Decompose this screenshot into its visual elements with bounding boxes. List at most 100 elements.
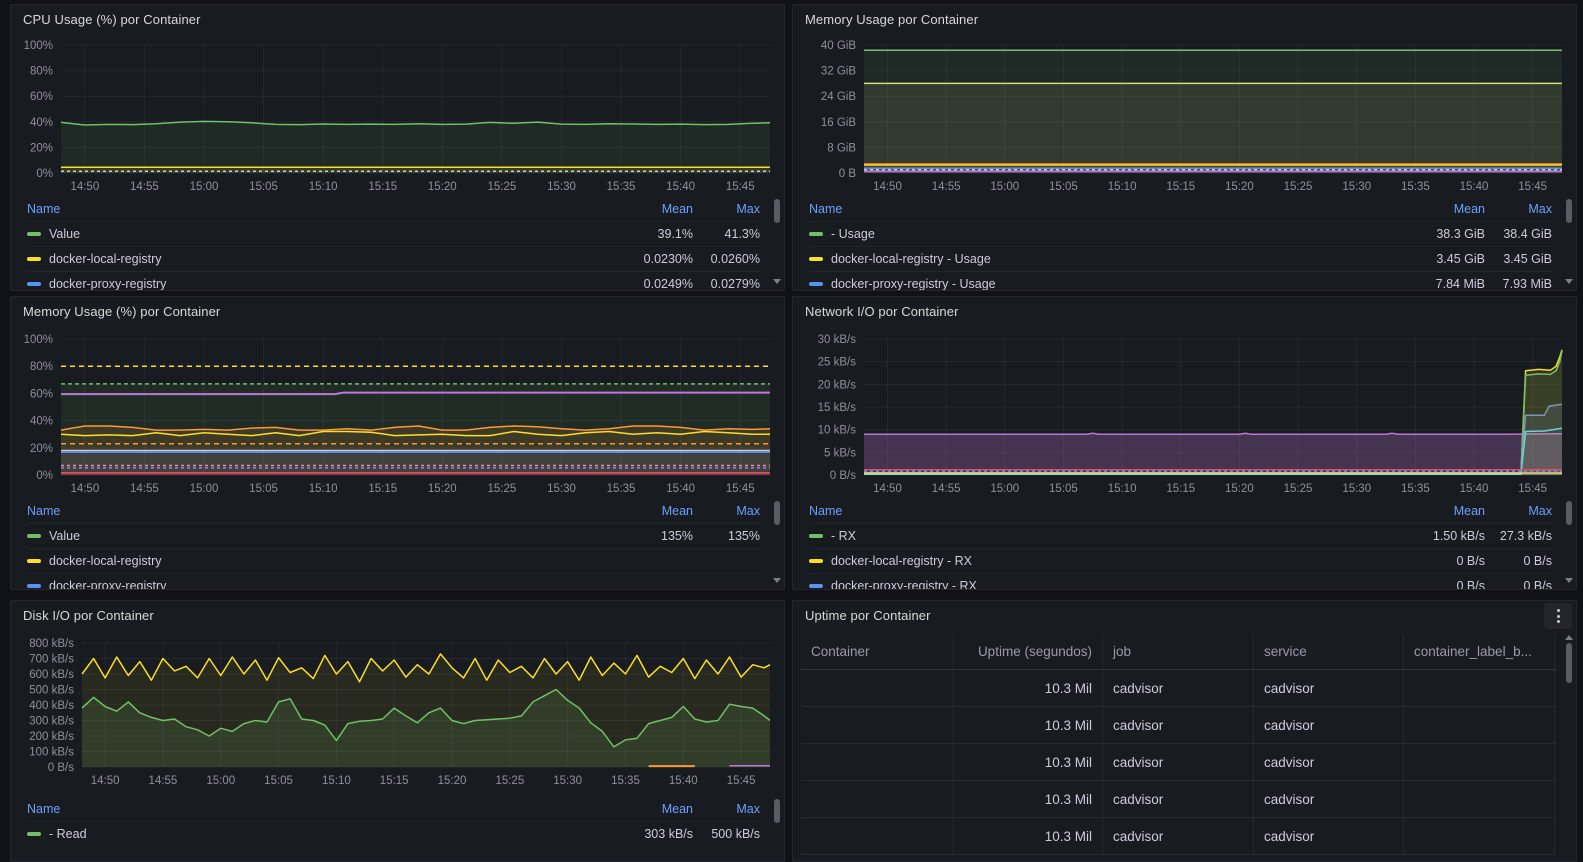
legend-row[interactable]: docker-proxy-registry 0.0249% 0.0279% [27, 271, 760, 291]
table-cell [1404, 670, 1555, 706]
legend-row[interactable]: - Read 303 kB/s 500 kB/s [27, 821, 760, 846]
legend-row[interactable]: docker-local-registry [27, 548, 760, 573]
legend-row[interactable]: docker-proxy-registry - RX 0 B/s 0 B/s [809, 573, 1552, 589]
svg-text:14:50: 14:50 [70, 483, 99, 495]
network-io-chart[interactable]: 14:50 14:55 15:00 15:05 15:10 15:15 15:20 15:25… [795, 327, 1572, 499]
panel-uptime: Uptime por Container Container Uptime (se… [792, 600, 1577, 862]
legend-scrollbar[interactable] [1565, 501, 1573, 583]
legend-header-mean[interactable]: Mean [573, 202, 693, 216]
legend-mean-value: 7.84 MiB [1435, 277, 1485, 291]
svg-text:20 kB/s: 20 kB/s [818, 379, 857, 391]
svg-text:15:35: 15:35 [1401, 181, 1430, 193]
legend-row[interactable]: Value 135% 135% [27, 523, 760, 548]
legend-scrollbar[interactable] [773, 799, 781, 857]
panel-title[interactable]: CPU Usage (%) por Container [23, 12, 201, 27]
legend-row[interactable]: docker-local-registry 0.0230% 0.0260% [27, 246, 760, 271]
svg-text:800 kB/s: 800 kB/s [29, 638, 74, 650]
memory-usage-chart[interactable]: 14:50 14:55 15:00 15:05 15:10 15:15 15:20 15:25… [795, 35, 1572, 197]
scroll-down-icon[interactable] [1565, 279, 1573, 284]
table-cell [1404, 707, 1555, 743]
scroll-down-icon[interactable] [773, 578, 781, 583]
legend-series-label: docker-local-registry - RX [831, 554, 973, 568]
legend-header-mean[interactable]: Mean [573, 504, 693, 518]
legend-header-mean[interactable]: Mean [1365, 504, 1485, 518]
legend-header-max[interactable]: Max [1485, 202, 1552, 216]
svg-text:15:00: 15:00 [990, 483, 1019, 495]
column-header[interactable]: service [1254, 633, 1404, 669]
legend-header-name[interactable]: Name [809, 504, 1365, 518]
panel-title[interactable]: Memory Usage (%) por Container [23, 304, 220, 319]
panel-menu-icon[interactable] [1544, 603, 1572, 629]
legend-row[interactable]: docker-local-registry - RX 0 B/s 0 B/s [809, 548, 1552, 573]
legend-header-name[interactable]: Name [27, 202, 573, 216]
legend-header-max[interactable]: Max [693, 504, 760, 518]
table-row: 10.3 Mil cadvisor cadvisor [801, 707, 1556, 744]
legend-header-name-label[interactable]: Name [27, 202, 60, 216]
svg-text:15:25: 15:25 [495, 775, 524, 787]
scroll-down-icon[interactable] [773, 279, 781, 284]
legend-row[interactable]: - RX 1.50 kB/s 27.3 kB/s [809, 523, 1552, 548]
disk-io-chart[interactable]: 14:50 14:55 15:00 15:05 15:10 15:15 15:20 15:25… [13, 631, 780, 791]
panel-header: CPU Usage (%) por Container [11, 5, 784, 33]
table-scrollbar[interactable] [1565, 635, 1573, 857]
panel-header: Network I/O por Container [793, 297, 1576, 325]
panel-title[interactable]: Uptime por Container [805, 608, 931, 623]
svg-text:15:35: 15:35 [611, 775, 640, 787]
svg-text:15:40: 15:40 [666, 181, 695, 193]
column-header[interactable]: job [1103, 633, 1254, 669]
svg-text:700 kB/s: 700 kB/s [29, 654, 74, 666]
column-header[interactable]: Container [801, 633, 954, 669]
scrollbar-thumb[interactable] [774, 501, 780, 525]
legend-header-max[interactable]: Max [693, 202, 760, 216]
legend-max-value: 0.0279% [710, 277, 760, 291]
legend-header-name[interactable]: Name [809, 202, 1365, 216]
panel-header: Memory Usage por Container [793, 5, 1576, 33]
legend-row[interactable]: docker-proxy-registry [27, 573, 760, 589]
legend-header-name-label[interactable]: Name [809, 504, 842, 518]
scrollbar-thumb[interactable] [1566, 501, 1572, 525]
legend-series-label: - Usage [831, 227, 875, 241]
scroll-down-icon[interactable] [1565, 578, 1573, 583]
column-header[interactable]: container_label_b... [1404, 633, 1555, 669]
svg-text:400 kB/s: 400 kB/s [29, 700, 74, 712]
scrollbar-thumb[interactable] [774, 199, 780, 223]
legend-scrollbar[interactable] [1565, 199, 1573, 284]
legend-row[interactable]: - Usage 38.3 GiB 38.4 GiB [809, 221, 1552, 246]
table-cell: 10.3 Mil [954, 670, 1103, 706]
legend-scrollbar[interactable] [773, 199, 781, 284]
svg-text:15:15: 15:15 [1166, 181, 1195, 193]
scroll-up-icon[interactable] [1565, 635, 1573, 640]
panel-title[interactable]: Network I/O por Container [805, 304, 959, 319]
scrollbar-thumb[interactable] [774, 799, 780, 823]
svg-text:15:05: 15:05 [249, 181, 278, 193]
legend-row[interactable]: Value 39.1% 41.3% [27, 221, 760, 246]
memory-usage-pct-chart[interactable]: 14:50 14:55 15:00 15:05 15:10 15:15 15:20 15:25… [13, 327, 780, 499]
legend-row[interactable]: docker-local-registry - Usage 3.45 GiB 3.4… [809, 246, 1552, 271]
legend-series-name: - Usage [809, 227, 1365, 241]
legend-header-name[interactable]: Name [27, 504, 573, 518]
legend-header-max[interactable]: Max [693, 802, 760, 816]
legend-header-name[interactable]: Name [27, 802, 573, 816]
legend-header-name-label[interactable]: Name [27, 802, 60, 816]
legend-header-mean[interactable]: Mean [573, 802, 693, 816]
table-cell: cadvisor [1103, 670, 1254, 706]
legend-header-name-label[interactable]: Name [27, 504, 60, 518]
svg-text:40 GiB: 40 GiB [821, 40, 856, 52]
table-cell: cadvisor [1254, 744, 1404, 780]
panel-title[interactable]: Memory Usage por Container [805, 12, 978, 27]
legend-series-label: - RX [831, 529, 856, 543]
column-header[interactable]: Uptime (segundos) [954, 633, 1103, 669]
svg-text:15:00: 15:00 [190, 483, 219, 495]
svg-text:15:20: 15:20 [438, 775, 467, 787]
series-color-swatch [809, 232, 823, 236]
legend-row[interactable]: docker-proxy-registry - Usage 7.84 MiB 7.9… [809, 271, 1552, 291]
scrollbar-thumb[interactable] [1566, 199, 1572, 223]
legend-header-max[interactable]: Max [1485, 504, 1552, 518]
legend: Name Mean Max - RX 1.50 kB/s 27.3 kB/s docker-… [809, 499, 1552, 589]
scrollbar-thumb[interactable] [1566, 643, 1572, 683]
legend-header-mean[interactable]: Mean [1365, 202, 1485, 216]
panel-title[interactable]: Disk I/O por Container [23, 608, 154, 623]
legend-header-name-label[interactable]: Name [809, 202, 842, 216]
cpu-usage-chart[interactable]: 14:50 14:55 15:00 15:05 15:10 15:15 15:20 15:25… [13, 35, 780, 197]
legend-scrollbar[interactable] [773, 501, 781, 583]
